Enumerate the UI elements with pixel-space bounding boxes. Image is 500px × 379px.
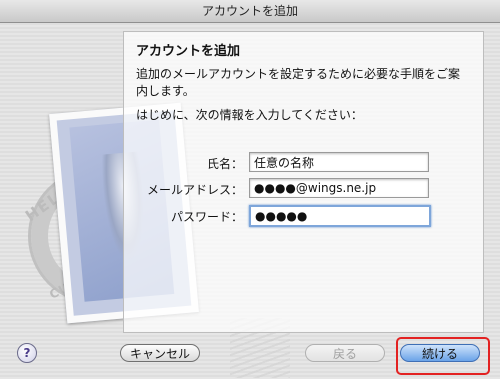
name-row: 氏名： <box>124 152 483 174</box>
cancel-button[interactable]: キャンセル <box>120 344 200 362</box>
password-row: パスワード： <box>124 205 483 227</box>
setup-panel: アカウントを追加 追加のメールアカウントを設定するために必要な手順をご案内します… <box>123 31 484 333</box>
email-field[interactable] <box>249 178 429 198</box>
window-title: アカウントを追加 <box>0 0 500 23</box>
add-account-window: アカウントを追加 HELLO FR CUPERTINO C アカウントを追加 追… <box>0 0 500 379</box>
panel-intro: はじめに、次の情報を入力してください： <box>136 108 363 122</box>
password-field[interactable] <box>249 205 431 227</box>
panel-description: 追加のメールアカウントを設定するために必要な手順をご案内します。 <box>136 67 461 98</box>
email-label: メールアドレス： <box>146 183 243 197</box>
back-button[interactable]: 戻る <box>305 344 385 362</box>
help-button[interactable]: ? <box>17 343 37 363</box>
name-label: 氏名： <box>206 157 243 171</box>
name-field[interactable] <box>249 152 429 172</box>
window-content: HELLO FR CUPERTINO C アカウントを追加 追加のメールアカウン… <box>0 23 500 379</box>
panel-title: アカウントを追加 <box>136 44 241 59</box>
continue-button-highlight <box>396 337 490 375</box>
email-row: メールアドレス： <box>124 178 483 200</box>
password-label: パスワード： <box>170 210 243 224</box>
